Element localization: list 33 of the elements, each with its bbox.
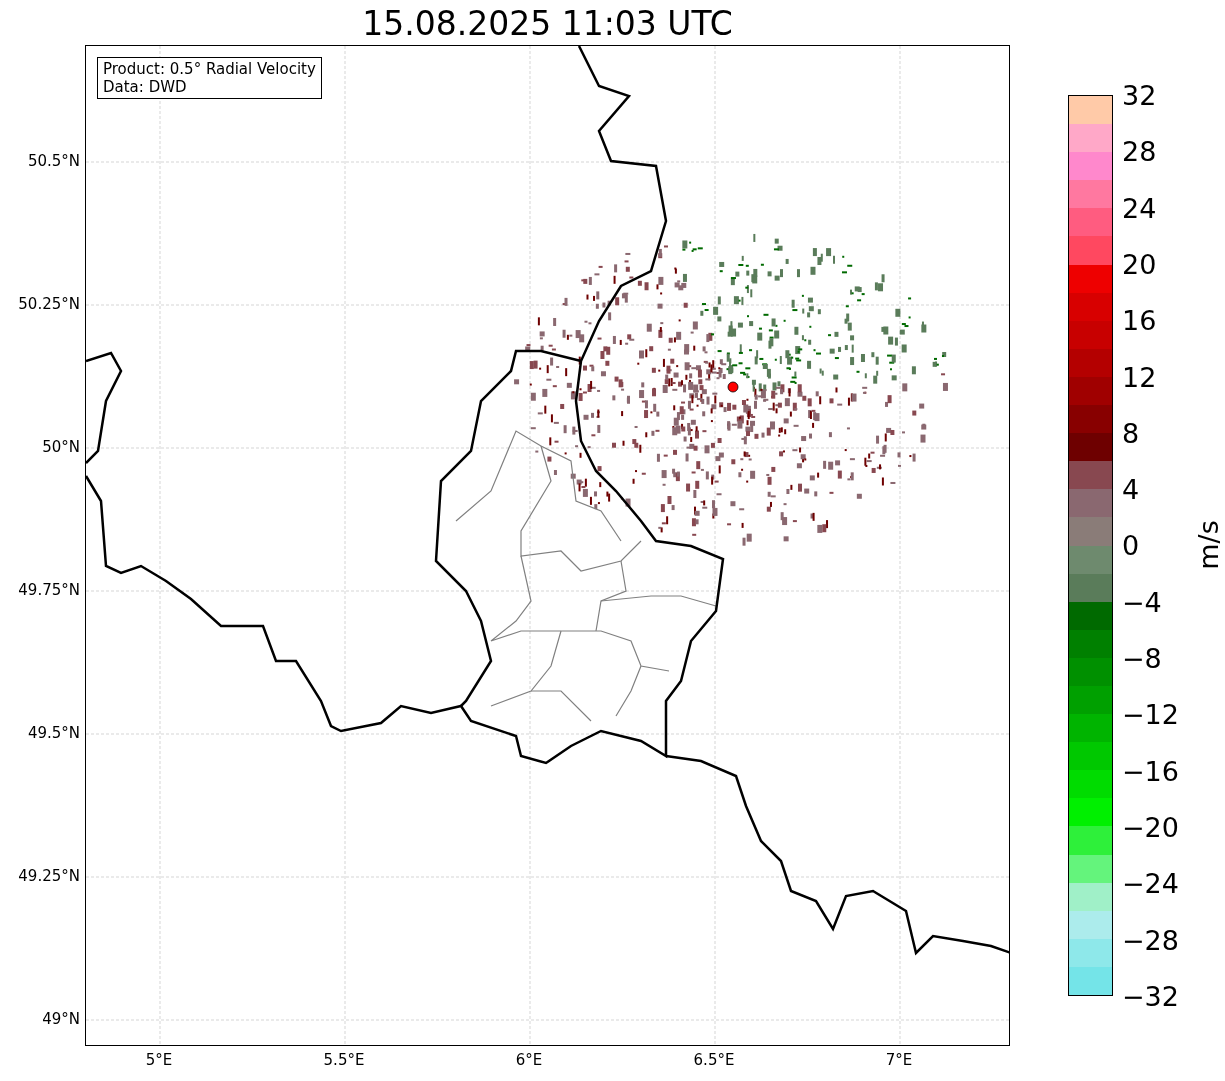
latitude-label: 50.5°N	[27, 152, 80, 170]
latitude-label: 50°N	[42, 438, 80, 456]
colorbar-tick-label: 8	[1122, 418, 1140, 449]
colorbar-tick-label: 4	[1122, 475, 1140, 506]
latitude-label: 49.25°N	[18, 867, 80, 885]
colorbar-tick-label: −4	[1122, 587, 1162, 618]
colorbar-tick-label: 20	[1122, 249, 1157, 280]
colorbar-tick-label: 32	[1122, 81, 1157, 111]
colorbar-tick-label: −16	[1122, 756, 1179, 787]
colorbar-tick-label: −24	[1122, 869, 1179, 900]
colorbar-tick-label: −32	[1122, 981, 1179, 1012]
colorbar-tick-label: 0	[1122, 531, 1140, 562]
latitude-label: 49.5°N	[27, 724, 80, 742]
colorbar-tick-label: 16	[1122, 306, 1157, 337]
chart-title: 15.08.2025 11:03 UTC	[361, 4, 734, 44]
colorbar-tick-label: −12	[1122, 700, 1179, 731]
longitude-label: 6.5°E	[692, 1051, 736, 1069]
longitude-label: 5.5°E	[322, 1051, 366, 1069]
latitude-label: 49°N	[42, 1010, 80, 1028]
info-text: Product: 0.5° Radial Velocity	[103, 60, 316, 78]
colorbar-tick-label: 24	[1122, 193, 1157, 224]
longitude-label: 5°E	[144, 1051, 174, 1069]
colorbar-tick-label: −28	[1122, 925, 1179, 956]
longitude-label: 6°E	[514, 1051, 544, 1069]
colorbar-unit-label: m/s	[1193, 520, 1224, 570]
colorbar-tick-label: −8	[1122, 644, 1162, 674]
colorbar-tick-label: 28	[1122, 137, 1157, 168]
info-text: Data: DWD	[103, 78, 188, 96]
colorbar-tick-label: 12	[1122, 362, 1157, 393]
longitude-label: 7°E	[884, 1051, 914, 1069]
colorbar-tick-label: −20	[1122, 812, 1179, 843]
latitude-label: 50.25°N	[18, 295, 80, 313]
latitude-label: 49.75°N	[18, 581, 80, 599]
